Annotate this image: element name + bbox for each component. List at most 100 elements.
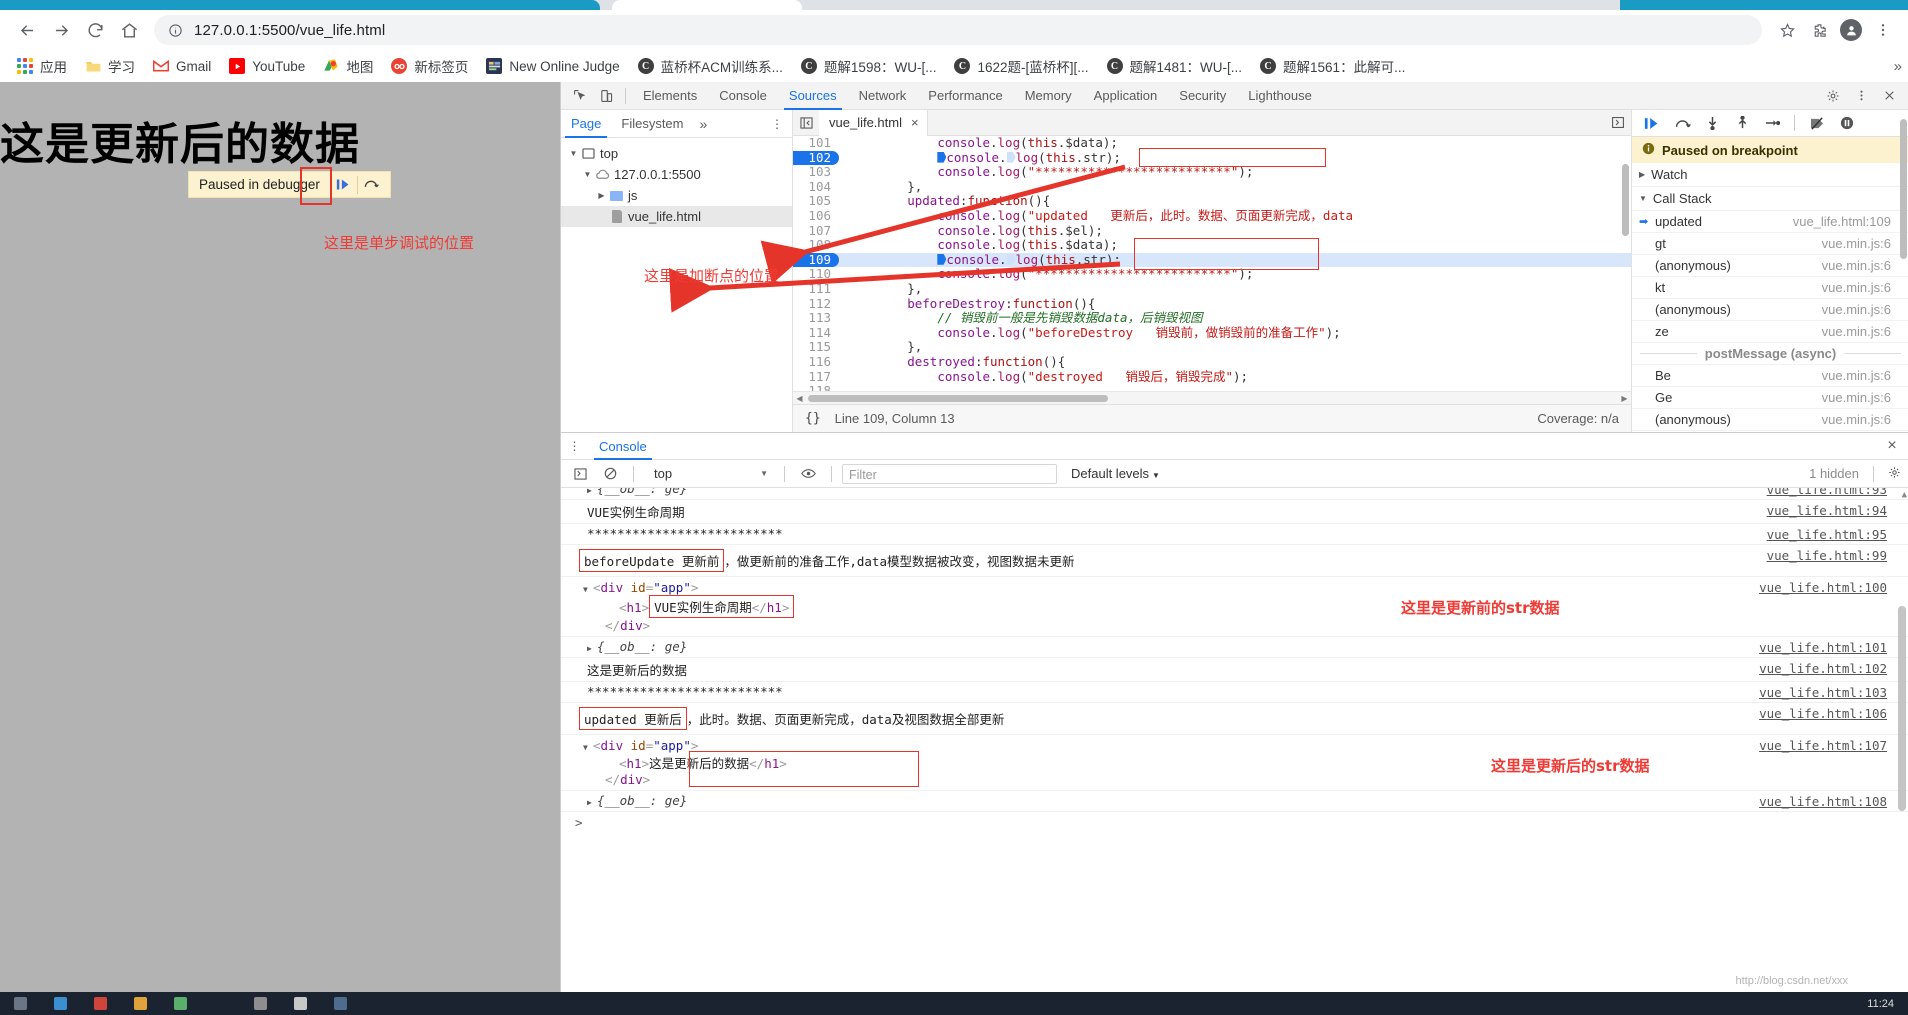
forward-arrow-icon[interactable] — [44, 13, 78, 47]
call-stack-row[interactable]: (anonymous) vue.min.js:6 — [1632, 409, 1908, 431]
tab-network[interactable]: Network — [848, 82, 918, 110]
tab-lighthouse[interactable]: Lighthouse — [1237, 82, 1323, 110]
console-message-object[interactable]: ▶ {__ob__: ge} vue_life.html:101 — [561, 637, 1908, 658]
close-icon[interactable]: × — [911, 110, 919, 136]
tab-performance[interactable]: Performance — [917, 82, 1013, 110]
bookmark-study[interactable]: 学习 — [76, 53, 144, 79]
code-line[interactable]: 110 console.log("***********************… — [793, 267, 1631, 282]
call-stack-row[interactable]: ze vue.min.js:6 — [1632, 321, 1908, 343]
console-message-text[interactable]: ************************** vue_life.html… — [561, 524, 1908, 545]
tree-item-top[interactable]: ▼ top — [561, 143, 792, 164]
reload-icon[interactable] — [78, 13, 112, 47]
code-line[interactable]: 108 console.log(this.$data); — [793, 237, 1631, 253]
home-icon[interactable] — [112, 13, 146, 47]
close-drawer-icon[interactable]: × — [1875, 437, 1908, 455]
inspect-element-icon[interactable] — [567, 84, 593, 108]
tab-elements[interactable]: Elements — [632, 82, 708, 110]
pretty-print-icon[interactable]: {} — [805, 411, 821, 426]
step-into-icon[interactable] — [1698, 111, 1726, 135]
bookmark-star-icon[interactable] — [1772, 15, 1802, 45]
breakpoint-marker-icon[interactable] — [937, 253, 947, 265]
console-message-object[interactable]: ▶ {__ob__: ge} vue_life.html:108 — [561, 791, 1908, 812]
tree-item-js-folder[interactable]: ▶ js — [561, 185, 792, 206]
step-over-icon[interactable] — [1668, 111, 1696, 135]
taskbar-icon-3[interactable] — [120, 992, 160, 1015]
console-message-html-before[interactable]: ▼ <div id="app"> <h1> VUE实例生命周期</h1> </div… — [561, 577, 1908, 637]
browser-tab-right[interactable] — [1620, 0, 1908, 10]
bookmark-csdn-1[interactable]: C 蓝桥杯ACM训练系... — [629, 53, 792, 79]
console-message-html-after[interactable]: ▼ <div id="app"> <h1>这是更新后的数据</h1> </div>… — [561, 735, 1908, 791]
code-line[interactable]: 105 updated:function(){ — [793, 194, 1631, 209]
console-scrollbar[interactable] — [1898, 606, 1906, 811]
scroll-left-icon[interactable]: ◀ — [793, 394, 806, 403]
twisty-icon[interactable]: ▼ — [567, 149, 580, 158]
bookmarks-overflow-icon[interactable]: » — [1894, 58, 1902, 75]
console-source-link[interactable]: vue_life.html:95 — [1767, 527, 1887, 542]
tab-memory[interactable]: Memory — [1014, 82, 1083, 110]
bookmark-newtab[interactable]: 新标签页 — [382, 53, 477, 79]
code-line[interactable]: 107 console.log(this.$el); — [793, 223, 1631, 239]
console-message-text[interactable]: 这是更新后的数据 vue_life.html:102 — [561, 658, 1908, 682]
console-source-link[interactable]: vue_life.html:93 — [1767, 488, 1887, 497]
code-line[interactable]: 102 console. log(this.str); — [793, 150, 1631, 166]
console-prompt[interactable]: > — [561, 812, 1908, 832]
taskbar-icon-7[interactable] — [320, 992, 360, 1015]
tab-application[interactable]: Application — [1083, 82, 1169, 110]
editor-vertical-scrollbar[interactable] — [1622, 164, 1629, 236]
console-context-selector[interactable]: top ▼ — [644, 464, 774, 484]
breakpoint-marker-secondary-icon[interactable] — [1006, 253, 1016, 265]
console-source-link[interactable]: vue_life.html:94 — [1767, 503, 1887, 518]
bookmark-csdn-2[interactable]: C 题解1598：WU-[... — [792, 53, 946, 79]
execution-context-icon[interactable] — [567, 462, 593, 486]
editor-tabs-overflow-icon[interactable] — [1605, 117, 1631, 128]
call-stack-row[interactable]: (anonymous) vue.min.js:6 — [1632, 255, 1908, 277]
browser-tab-secondary[interactable] — [612, 0, 802, 10]
expand-triangle-icon[interactable]: ▶ — [587, 644, 597, 653]
console-source-link[interactable]: vue_life.html:102 — [1759, 661, 1887, 676]
drawer-tab-console[interactable]: Console — [589, 433, 657, 460]
console-source-link[interactable]: vue_life.html:107 — [1759, 738, 1887, 753]
html-node-close[interactable]: </div> — [583, 618, 1908, 633]
html-node-open[interactable]: ▼ <div id="app"> — [583, 580, 1908, 595]
console-message-text[interactable]: ************************** vue_life.html… — [561, 682, 1908, 703]
code-line[interactable]: 112 beforeDestroy:function(){ — [793, 296, 1631, 312]
taskbar-icon-5[interactable] — [240, 992, 280, 1015]
call-stack-row[interactable]: gt vue.min.js:6 — [1632, 233, 1908, 255]
step-over-icon[interactable] — [358, 173, 384, 197]
code-line[interactable]: 106 console.log("updated 更新后，此时。数据、页面更新完… — [793, 208, 1631, 224]
close-devtools-icon[interactable] — [1876, 84, 1902, 108]
breakpoint-marker-secondary-icon[interactable] — [1006, 151, 1016, 163]
call-stack-row[interactable]: ➡ updated vue_life.html:109 — [1632, 211, 1908, 233]
chevron-down-icon[interactable]: ▼ — [760, 469, 774, 478]
page-info-icon[interactable] — [168, 23, 183, 38]
call-stack-row[interactable]: Ge vue.min.js:6 — [1632, 387, 1908, 409]
html-node-inner[interactable]: <h1> VUE实例生命周期</h1> — [583, 595, 1908, 618]
code-line[interactable]: 117 console.log("destroyed 销毁后，销毁完成"); — [793, 369, 1631, 385]
console-source-link[interactable]: vue_life.html:100 — [1759, 580, 1887, 595]
console-levels-selector[interactable]: Default levels ▼ — [1061, 466, 1160, 481]
scroll-right-icon[interactable]: ▶ — [1618, 394, 1631, 403]
taskbar-icon-2[interactable] — [80, 992, 120, 1015]
resume-play-icon[interactable] — [331, 173, 357, 197]
console-message-beforeupdate[interactable]: beforeUpdate 更新前 ，做更新前的准备工作,data模型数据被改变，视… — [561, 545, 1908, 577]
profile-avatar-icon[interactable] — [1836, 15, 1866, 45]
code-editor[interactable]: 101 console.log(this.$data); 102 console… — [793, 136, 1631, 404]
twisty-icon[interactable]: ▶ — [595, 191, 608, 200]
address-bar[interactable]: 127.0.0.1:5500/vue_life.html — [154, 15, 1762, 45]
editor-horizontal-scrollbar[interactable]: ◀ ▶ — [793, 391, 1631, 404]
bookmark-maps[interactable]: 地图 — [314, 53, 382, 79]
call-stack-row[interactable]: Be vue.min.js:6 — [1632, 365, 1908, 387]
resume-script-icon[interactable] — [1638, 111, 1666, 135]
call-stack-row[interactable]: kt vue.min.js:6 — [1632, 277, 1908, 299]
step-icon[interactable] — [1758, 111, 1786, 135]
tree-item-vue-life-html[interactable]: vue_life.html — [561, 206, 792, 227]
debugger-scrollbar[interactable] — [1900, 119, 1907, 259]
tab-console[interactable]: Console — [708, 82, 778, 110]
code-line[interactable]: 111 }, — [793, 281, 1631, 297]
tab-sources[interactable]: Sources — [778, 82, 848, 110]
taskbar-icon-6[interactable] — [280, 992, 320, 1015]
bookmark-csdn-4[interactable]: C 题解1481：WU-[... — [1098, 53, 1252, 79]
console-message-updated[interactable]: updated 更新后 ，此时。数据、页面更新完成，data及视图数据全部更新 v… — [561, 703, 1908, 735]
nav-tab-page[interactable]: Page — [561, 110, 611, 138]
console-source-link[interactable]: vue_life.html:108 — [1759, 794, 1887, 809]
